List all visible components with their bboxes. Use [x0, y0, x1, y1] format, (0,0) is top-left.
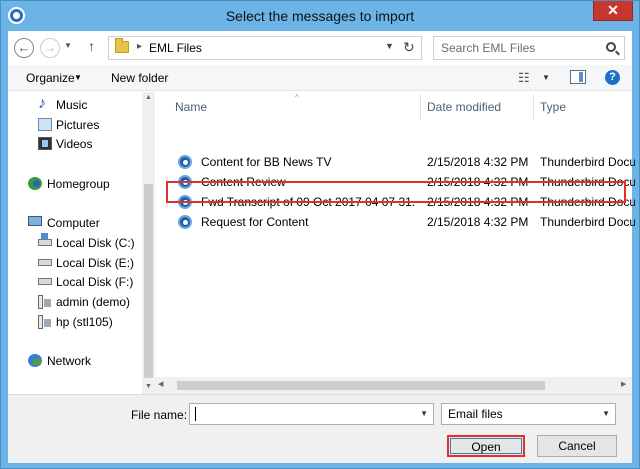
folder-icon: [115, 38, 129, 53]
organize-button[interactable]: Organize: [26, 71, 75, 85]
address-dropdown-icon[interactable]: ▼: [385, 41, 394, 51]
search-icon[interactable]: [606, 42, 616, 52]
dialog-client: ← → ▼ ↑ ▸ EML Files ▼ ↻ Search EML Files…: [8, 31, 635, 463]
file-type: Thunderbird Docu...: [540, 215, 635, 229]
computer-icon: [28, 216, 42, 226]
column-header-date[interactable]: Date modified: [427, 100, 501, 114]
new-folder-button[interactable]: New folder: [111, 71, 168, 85]
disk-icon: [38, 233, 52, 246]
file-date: 2/15/2018 4:32 PM: [427, 155, 529, 169]
nav-pane-scrollbar[interactable]: ▲ ▼: [142, 92, 155, 394]
thunderbird-file-icon: [178, 215, 192, 229]
command-toolbar: Organize ▼ New folder ☷ ▼ ?: [8, 65, 632, 91]
nav-item-homegroup[interactable]: Homegroup: [8, 175, 142, 193]
cancel-button[interactable]: Cancel: [537, 435, 617, 457]
nav-item-admin-demo[interactable]: admin (demo): [8, 293, 142, 311]
nav-item-music[interactable]: Music: [8, 95, 142, 114]
forward-button[interactable]: →: [40, 38, 60, 58]
organize-dropdown-icon[interactable]: ▼: [74, 73, 82, 82]
scroll-left-icon[interactable]: ◀: [158, 380, 163, 388]
file-name: Content for BB News TV: [201, 155, 332, 169]
preview-pane-icon[interactable]: [570, 70, 586, 84]
close-button[interactable]: ✕: [593, 1, 633, 21]
nav-item-pictures[interactable]: Pictures: [8, 116, 142, 134]
nav-item-local-disk-c[interactable]: Local Disk (C:): [8, 233, 142, 252]
open-button[interactable]: Open: [447, 435, 525, 457]
scroll-up-icon[interactable]: ▲: [145, 94, 152, 101]
network-drive-icon: [38, 295, 51, 309]
pictures-icon: [38, 118, 52, 131]
search-placeholder: Search EML Files: [441, 41, 536, 55]
column-header-type[interactable]: Type: [540, 100, 566, 114]
network-icon: [28, 354, 42, 367]
file-row-selected[interactable]: Request for Content 2/15/2018 4:32 PM Th…: [171, 213, 635, 232]
address-bar[interactable]: ▸ EML Files ▼ ↻: [108, 36, 422, 60]
open-button-label: Open: [450, 438, 522, 454]
file-type-value: Email files: [448, 407, 503, 421]
scroll-thumb[interactable]: [144, 184, 153, 378]
breadcrumb-chevron-icon[interactable]: ▸: [137, 41, 142, 52]
file-list-horizontal-scrollbar[interactable]: ◀ ▶: [155, 377, 632, 394]
file-type: Thunderbird Docu...: [540, 155, 635, 169]
file-name-dropdown-icon[interactable]: ▼: [420, 409, 428, 418]
file-type-dropdown-icon[interactable]: ▼: [602, 409, 610, 418]
music-icon: [38, 95, 52, 113]
videos-icon: [38, 137, 52, 150]
file-name-input[interactable]: ▼: [189, 403, 434, 425]
up-arrow-icon[interactable]: ↑: [88, 38, 95, 54]
scroll-down-icon[interactable]: ▼: [145, 383, 152, 390]
network-drive-icon: [38, 315, 51, 329]
disk-icon: [38, 259, 52, 266]
nav-item-computer[interactable]: Computer: [8, 214, 142, 232]
dialog-window: Select the messages to import ✕ ← → ▼ ↑ …: [0, 0, 640, 469]
view-dropdown-icon[interactable]: ▼: [542, 73, 550, 82]
nav-item-network[interactable]: Network: [8, 352, 142, 370]
file-row[interactable]: Content for BB News TV 2/15/2018 4:32 PM…: [171, 153, 635, 172]
file-name: Request for Content: [201, 215, 309, 229]
nav-item-hp-stl105[interactable]: hp (stl105): [8, 313, 142, 331]
selection-highlight: [166, 181, 626, 203]
scroll-thumb[interactable]: [177, 381, 545, 390]
nav-item-local-disk-f[interactable]: Local Disk (F:): [8, 273, 142, 291]
view-options-icon[interactable]: ☷: [518, 70, 530, 86]
file-list: ^ Name Date modified Type Content for BB…: [155, 92, 635, 394]
sort-ascending-icon: ^: [295, 93, 299, 102]
file-date: 2/15/2018 4:32 PM: [427, 215, 529, 229]
column-header-name[interactable]: Name: [175, 100, 207, 114]
refresh-icon[interactable]: ↻: [403, 39, 415, 56]
file-type-select[interactable]: Email files ▼: [441, 403, 616, 425]
recent-locations-icon[interactable]: ▼: [64, 41, 72, 50]
file-name-panel: File name: ▼ Email files ▼ Open Cancel: [8, 394, 632, 463]
homegroup-icon: [28, 177, 42, 190]
back-button[interactable]: ←: [14, 38, 34, 58]
column-divider[interactable]: [533, 94, 534, 120]
address-row: ← → ▼ ↑ ▸ EML Files ▼ ↻ Search EML Files: [8, 31, 632, 65]
navigation-pane: Music Pictures Videos Homegroup Computer…: [8, 92, 155, 394]
title-bar[interactable]: Select the messages to import ✕: [1, 1, 639, 31]
nav-item-videos[interactable]: Videos: [8, 135, 142, 153]
help-icon[interactable]: ?: [605, 70, 620, 85]
scroll-right-icon[interactable]: ▶: [621, 380, 626, 388]
file-name-label: File name:: [131, 408, 188, 422]
search-input[interactable]: Search EML Files: [433, 36, 625, 60]
thunderbird-file-icon: [178, 155, 192, 169]
window-title: Select the messages to import: [225, 8, 415, 24]
breadcrumb-current[interactable]: EML Files: [149, 41, 202, 55]
column-divider[interactable]: [420, 94, 421, 120]
disk-icon: [38, 278, 52, 285]
nav-item-local-disk-e[interactable]: Local Disk (E:): [8, 254, 142, 272]
text-caret: [195, 407, 196, 421]
